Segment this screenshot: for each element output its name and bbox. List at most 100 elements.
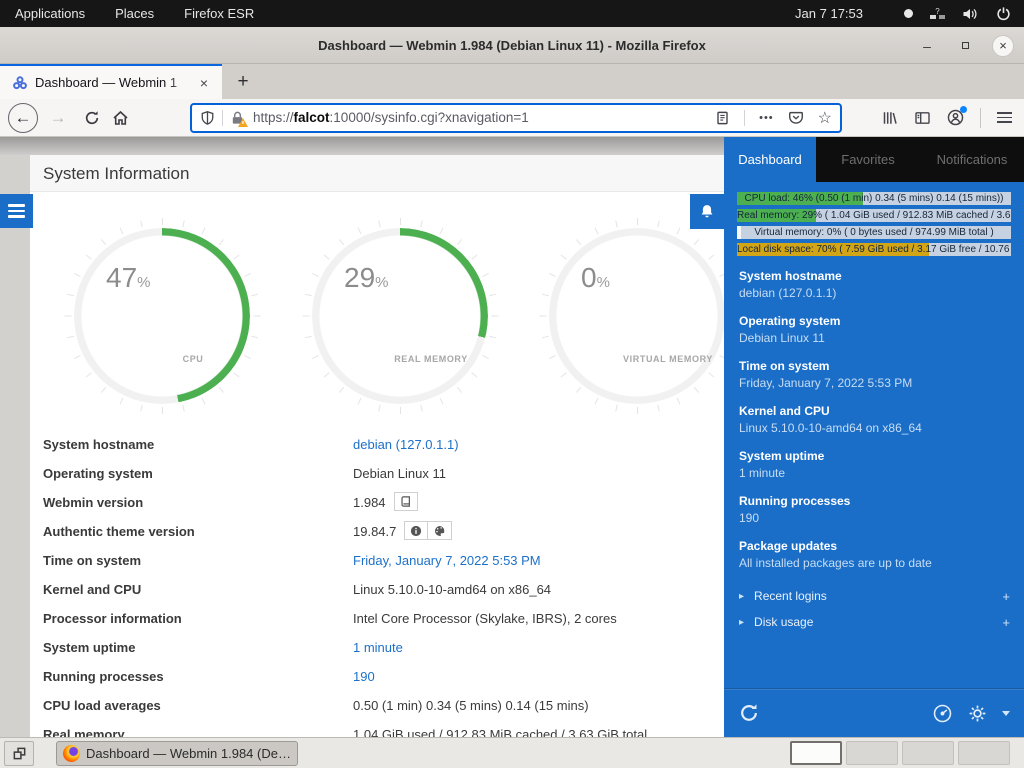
minimize-button[interactable]: – <box>916 35 938 57</box>
firefox-icon <box>63 745 80 762</box>
tracking-shield-icon[interactable] <box>200 110 215 126</box>
speedometer-icon[interactable] <box>932 703 953 724</box>
window-title: Dashboard — Webmin 1.984 (Debian Linux 1… <box>318 38 706 53</box>
menu-firefox-esr[interactable]: Firefox ESR <box>169 0 269 27</box>
pocket-icon[interactable] <box>788 110 804 125</box>
table-row: CPU load averages 0.50 (1 min) 0.34 (5 m… <box>30 698 724 727</box>
new-tab-button[interactable]: + <box>230 69 256 95</box>
table-row: Webmin version 1.984 <box>30 495 724 524</box>
hostname-link[interactable]: debian (127.0.1.1) <box>353 437 459 452</box>
menu-applications[interactable]: Applications <box>0 0 100 27</box>
gear-icon[interactable] <box>967 703 988 724</box>
home-button[interactable] <box>106 104 134 132</box>
navigation-toolbar: ← → https://falcot:10000/sysinfo.cgi?xna… <box>0 99 1024 137</box>
tab-bar: Dashboard — Webmin 1 × + <box>0 64 1024 99</box>
account-icon[interactable] <box>947 109 964 126</box>
notifications-bell-button[interactable] <box>690 194 724 229</box>
gauge-cpu: 47% CPU <box>62 216 262 416</box>
resource-bars: CPU load: 46% (0.50 (1 min) 0.34 (5 mins… <box>737 192 1011 256</box>
page-title: System Information <box>30 155 724 192</box>
tab-close-icon[interactable]: × <box>194 73 214 93</box>
back-button[interactable]: ← <box>8 103 38 133</box>
menu-hamburger-icon[interactable] <box>997 112 1012 123</box>
webmin-page: System Information 47% CPU 29% REAL MEMO… <box>0 137 724 737</box>
bell-icon <box>699 203 715 220</box>
table-row: Processor information Intel Core Process… <box>30 611 724 640</box>
time-on-system-link[interactable]: Friday, January 7, 2022 5:53 PM <box>353 553 541 568</box>
gauge-arc <box>74 228 250 404</box>
webmin-menu-toggle-button[interactable] <box>0 194 33 228</box>
close-button[interactable]: × <box>992 35 1014 57</box>
taskbar-firefox-window[interactable]: Dashboard — Webmin 1.984 (Deb… <box>56 741 298 766</box>
workspace-switcher <box>790 741 1020 765</box>
refresh-icon[interactable] <box>738 702 760 724</box>
tab-notifications[interactable]: Notifications <box>920 137 1024 182</box>
window-titlebar[interactable]: Dashboard — Webmin 1.984 (Debian Linux 1… <box>0 27 1024 64</box>
sidebar-footer <box>724 688 1024 737</box>
list-item: System uptime1 minute <box>739 448 1010 482</box>
real-memory-bar: Real memory: 29% ( 1.04 GiB used / 912.8… <box>737 209 1011 222</box>
caret-right-icon: ▸ <box>739 591 744 602</box>
workspace-1[interactable] <box>790 741 842 765</box>
tab-title: Dashboard — Webmin 1 <box>35 75 194 90</box>
gauge-value: 47% <box>106 262 151 294</box>
sidebar-tabs: Dashboard Favorites Notifications <box>724 137 1024 182</box>
webmin-changelog-button[interactable] <box>394 492 418 511</box>
gauge-label: REAL MEMORY <box>300 354 500 364</box>
virtual-memory-bar: Virtual memory: 0% ( 0 bytes used / 974.… <box>737 226 1011 239</box>
gauge-label: VIRTUAL MEMORY <box>537 354 724 364</box>
network-icon[interactable]: ? <box>928 6 946 22</box>
power-icon[interactable] <box>994 6 1012 22</box>
library-icon[interactable] <box>881 110 898 126</box>
theme-info-button[interactable] <box>404 521 428 540</box>
disk-usage-toggle[interactable]: ▸ Disk usage + <box>724 609 1024 635</box>
workspace-2[interactable] <box>846 741 898 765</box>
running-processes-link[interactable]: 190 <box>353 669 375 684</box>
bookmark-star-icon[interactable]: ☆ <box>818 108 832 128</box>
gauge-arc <box>549 228 724 404</box>
expand-plus-icon[interactable]: + <box>1002 589 1010 604</box>
gauge-value: 29% <box>344 262 389 294</box>
sidebars-icon[interactable] <box>914 110 931 126</box>
insecure-lock-icon[interactable] <box>230 110 245 126</box>
gauge-label: CPU <box>62 354 262 364</box>
recent-logins-toggle[interactable]: ▸ Recent logins + <box>724 583 1024 609</box>
gauge-value: 0% <box>581 262 610 294</box>
table-row: Real memory 1.04 GiB used / 912.83 MiB c… <box>30 727 724 737</box>
caret-right-icon: ▸ <box>739 617 744 628</box>
window-switcher-button[interactable] <box>4 741 34 766</box>
sidebar-info-list: System hostnamedebian (127.0.1.1) Operat… <box>724 260 1024 572</box>
tab-favorites[interactable]: Favorites <box>816 137 920 182</box>
table-row: System uptime 1 minute <box>30 640 724 669</box>
table-row: Running processes 190 <box>30 669 724 698</box>
cpu-load-bar: CPU load: 46% (0.50 (1 min) 0.34 (5 mins… <box>737 192 1011 205</box>
reader-mode-icon[interactable] <box>715 110 730 126</box>
table-row: Operating system Debian Linux 11 <box>30 466 724 495</box>
webmin-sidebar: Dashboard Favorites Notifications CPU lo… <box>724 137 1024 737</box>
chevron-down-icon[interactable] <box>1002 711 1010 716</box>
expand-plus-icon[interactable]: + <box>1002 615 1010 630</box>
table-row: Kernel and CPU Linux 5.10.0-10-amd64 on … <box>30 582 724 611</box>
uptime-link[interactable]: 1 minute <box>353 640 403 655</box>
page-actions-icon[interactable]: ••• <box>759 112 774 124</box>
svg-text:?: ? <box>935 7 940 16</box>
desktop: Applications Places Firefox ESR Jan 7 17… <box>0 0 1024 768</box>
reload-button[interactable] <box>78 104 106 132</box>
workspace-3[interactable] <box>902 741 954 765</box>
list-item: Time on systemFriday, January 7, 2022 5:… <box>739 358 1010 392</box>
list-item: Kernel and CPULinux 5.10.0-10-amd64 on x… <box>739 403 1010 437</box>
menu-places[interactable]: Places <box>100 0 169 27</box>
clock[interactable]: Jan 7 17:53 <box>795 6 863 21</box>
workspace-4[interactable] <box>958 741 1010 765</box>
url-text[interactable]: https://falcot:10000/sysinfo.cgi?xnaviga… <box>253 110 707 125</box>
tab-dashboard[interactable]: Dashboard — Webmin 1 × <box>0 64 222 99</box>
theme-palette-button[interactable] <box>428 521 452 540</box>
volume-icon[interactable] <box>961 6 979 22</box>
url-bar[interactable]: https://falcot:10000/sysinfo.cgi?xnaviga… <box>190 103 842 133</box>
maximize-button[interactable] <box>954 35 976 57</box>
forward-button[interactable]: → <box>44 104 72 132</box>
list-item: Running processes190 <box>739 493 1010 527</box>
webmin-favicon-icon <box>12 75 28 91</box>
tab-dashboard-sidebar[interactable]: Dashboard <box>724 137 816 182</box>
local-disk-bar: Local disk space: 70% ( 7.59 GiB used / … <box>737 243 1011 256</box>
